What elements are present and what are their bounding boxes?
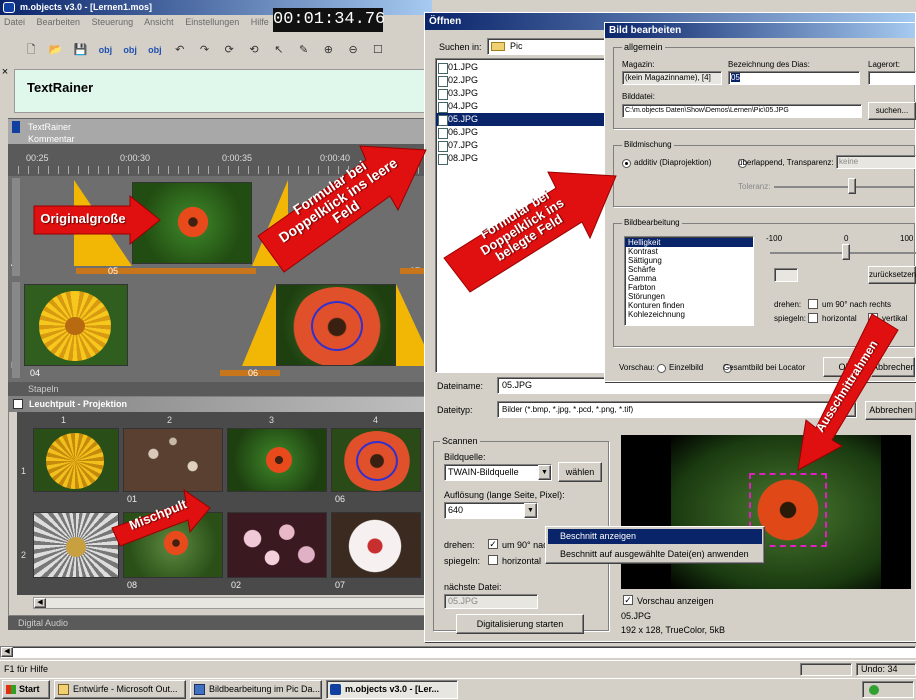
windows-logo-icon xyxy=(6,685,16,694)
outlook-icon xyxy=(58,684,69,695)
system-tray xyxy=(862,681,914,698)
start-label: Start xyxy=(19,684,40,694)
start-button[interactable]: Start xyxy=(2,680,50,699)
annotation-original-size: Originalgroße xyxy=(40,211,126,226)
taskbar-item-outlook[interactable]: Entwürfe - Microsoft Out... xyxy=(54,680,186,699)
taskbar-item-label: m.objects v3.0 - [Ler... xyxy=(345,684,440,694)
app-icon xyxy=(330,684,341,695)
annotation-arrows xyxy=(33,145,899,547)
taskbar-item-mobjects[interactable]: m.objects v3.0 - [Ler... xyxy=(326,680,458,699)
tray-icon[interactable] xyxy=(869,685,879,695)
taskbar-item-label: Entwürfe - Microsoft Out... xyxy=(73,684,178,694)
image-edit-icon xyxy=(194,684,205,695)
taskbar-item-label: Bildbearbeitung im Pic Da... xyxy=(209,684,321,694)
taskbar-item-pic[interactable]: Bildbearbeitung im Pic Da... xyxy=(190,680,322,699)
